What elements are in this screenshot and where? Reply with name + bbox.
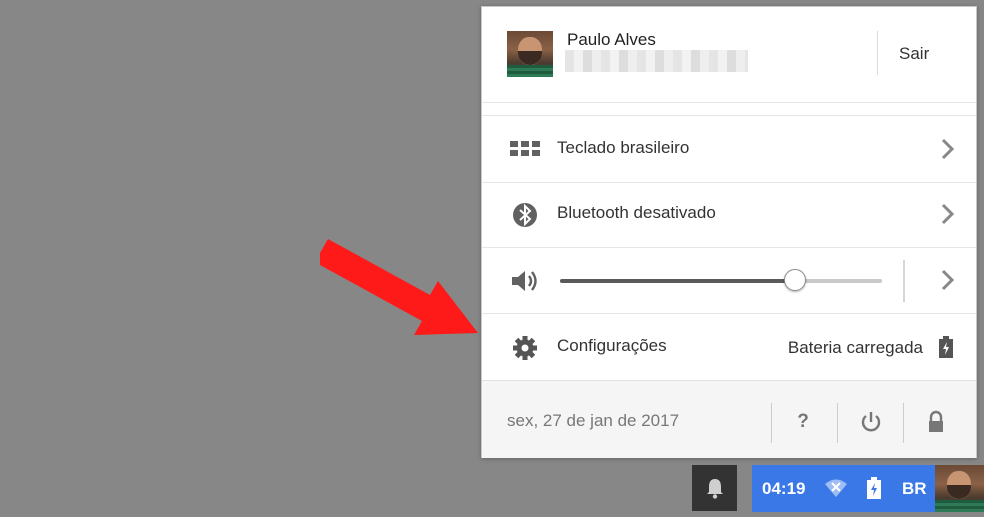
help-icon[interactable]: ? [788, 407, 818, 437]
keyboard-label: Teclado brasileiro [557, 138, 690, 157]
keyboard-icon [510, 141, 540, 156]
chevron-right-icon[interactable] [938, 137, 956, 161]
date-label[interactable]: sex, 27 de jan de 2017 [507, 411, 679, 431]
divider [877, 31, 878, 75]
chevron-right-icon[interactable] [938, 202, 956, 226]
volume-slider-fill [560, 279, 796, 283]
volume-slider[interactable] [560, 269, 882, 291]
input-method-indicator: BR [902, 479, 927, 498]
keyboard-row[interactable]: Teclado brasileiro [482, 117, 976, 181]
status-area[interactable]: 04:19 BR [752, 465, 984, 512]
signout-button[interactable]: Sair [899, 44, 929, 64]
tray-footer: sex, 27 de jan de 2017 ? [482, 380, 976, 458]
power-icon[interactable] [856, 407, 886, 437]
bluetooth-label: Bluetooth desativado [557, 203, 716, 222]
divider [837, 403, 838, 443]
volume-row [482, 248, 976, 312]
bluetooth-row[interactable]: Bluetooth desativado [482, 182, 976, 246]
wifi-icon [825, 479, 847, 497]
battery-icon [939, 336, 953, 358]
chevron-right-icon[interactable] [938, 268, 956, 292]
system-tray-menu: Paulo Alves Sair Teclado brasileiro Blue… [481, 6, 977, 458]
settings-row: Configurações Bateria carregada [482, 315, 976, 379]
bell-icon [707, 479, 723, 499]
user-account-row: Paulo Alves Sair [482, 7, 976, 103]
user-name: Paulo Alves [567, 30, 656, 49]
avatar [935, 465, 984, 512]
divider [903, 260, 905, 302]
divider [903, 403, 904, 443]
battery-icon [867, 477, 881, 499]
divider [482, 313, 976, 314]
divider [482, 115, 976, 116]
bluetooth-icon [513, 203, 537, 227]
divider [482, 102, 976, 103]
avatar [507, 31, 553, 77]
settings-link[interactable]: Configurações [557, 336, 667, 356]
notifications-button[interactable] [692, 465, 737, 511]
battery-status: Bateria carregada [787, 338, 923, 357]
volume-slider-thumb[interactable] [784, 269, 807, 291]
volume-icon[interactable] [510, 268, 540, 294]
divider [771, 403, 772, 443]
annotation-arrow [320, 239, 478, 335]
lock-icon[interactable] [921, 407, 951, 437]
clock: 04:19 [762, 479, 806, 498]
gear-icon[interactable] [510, 335, 540, 361]
user-email-blurred [565, 50, 748, 72]
